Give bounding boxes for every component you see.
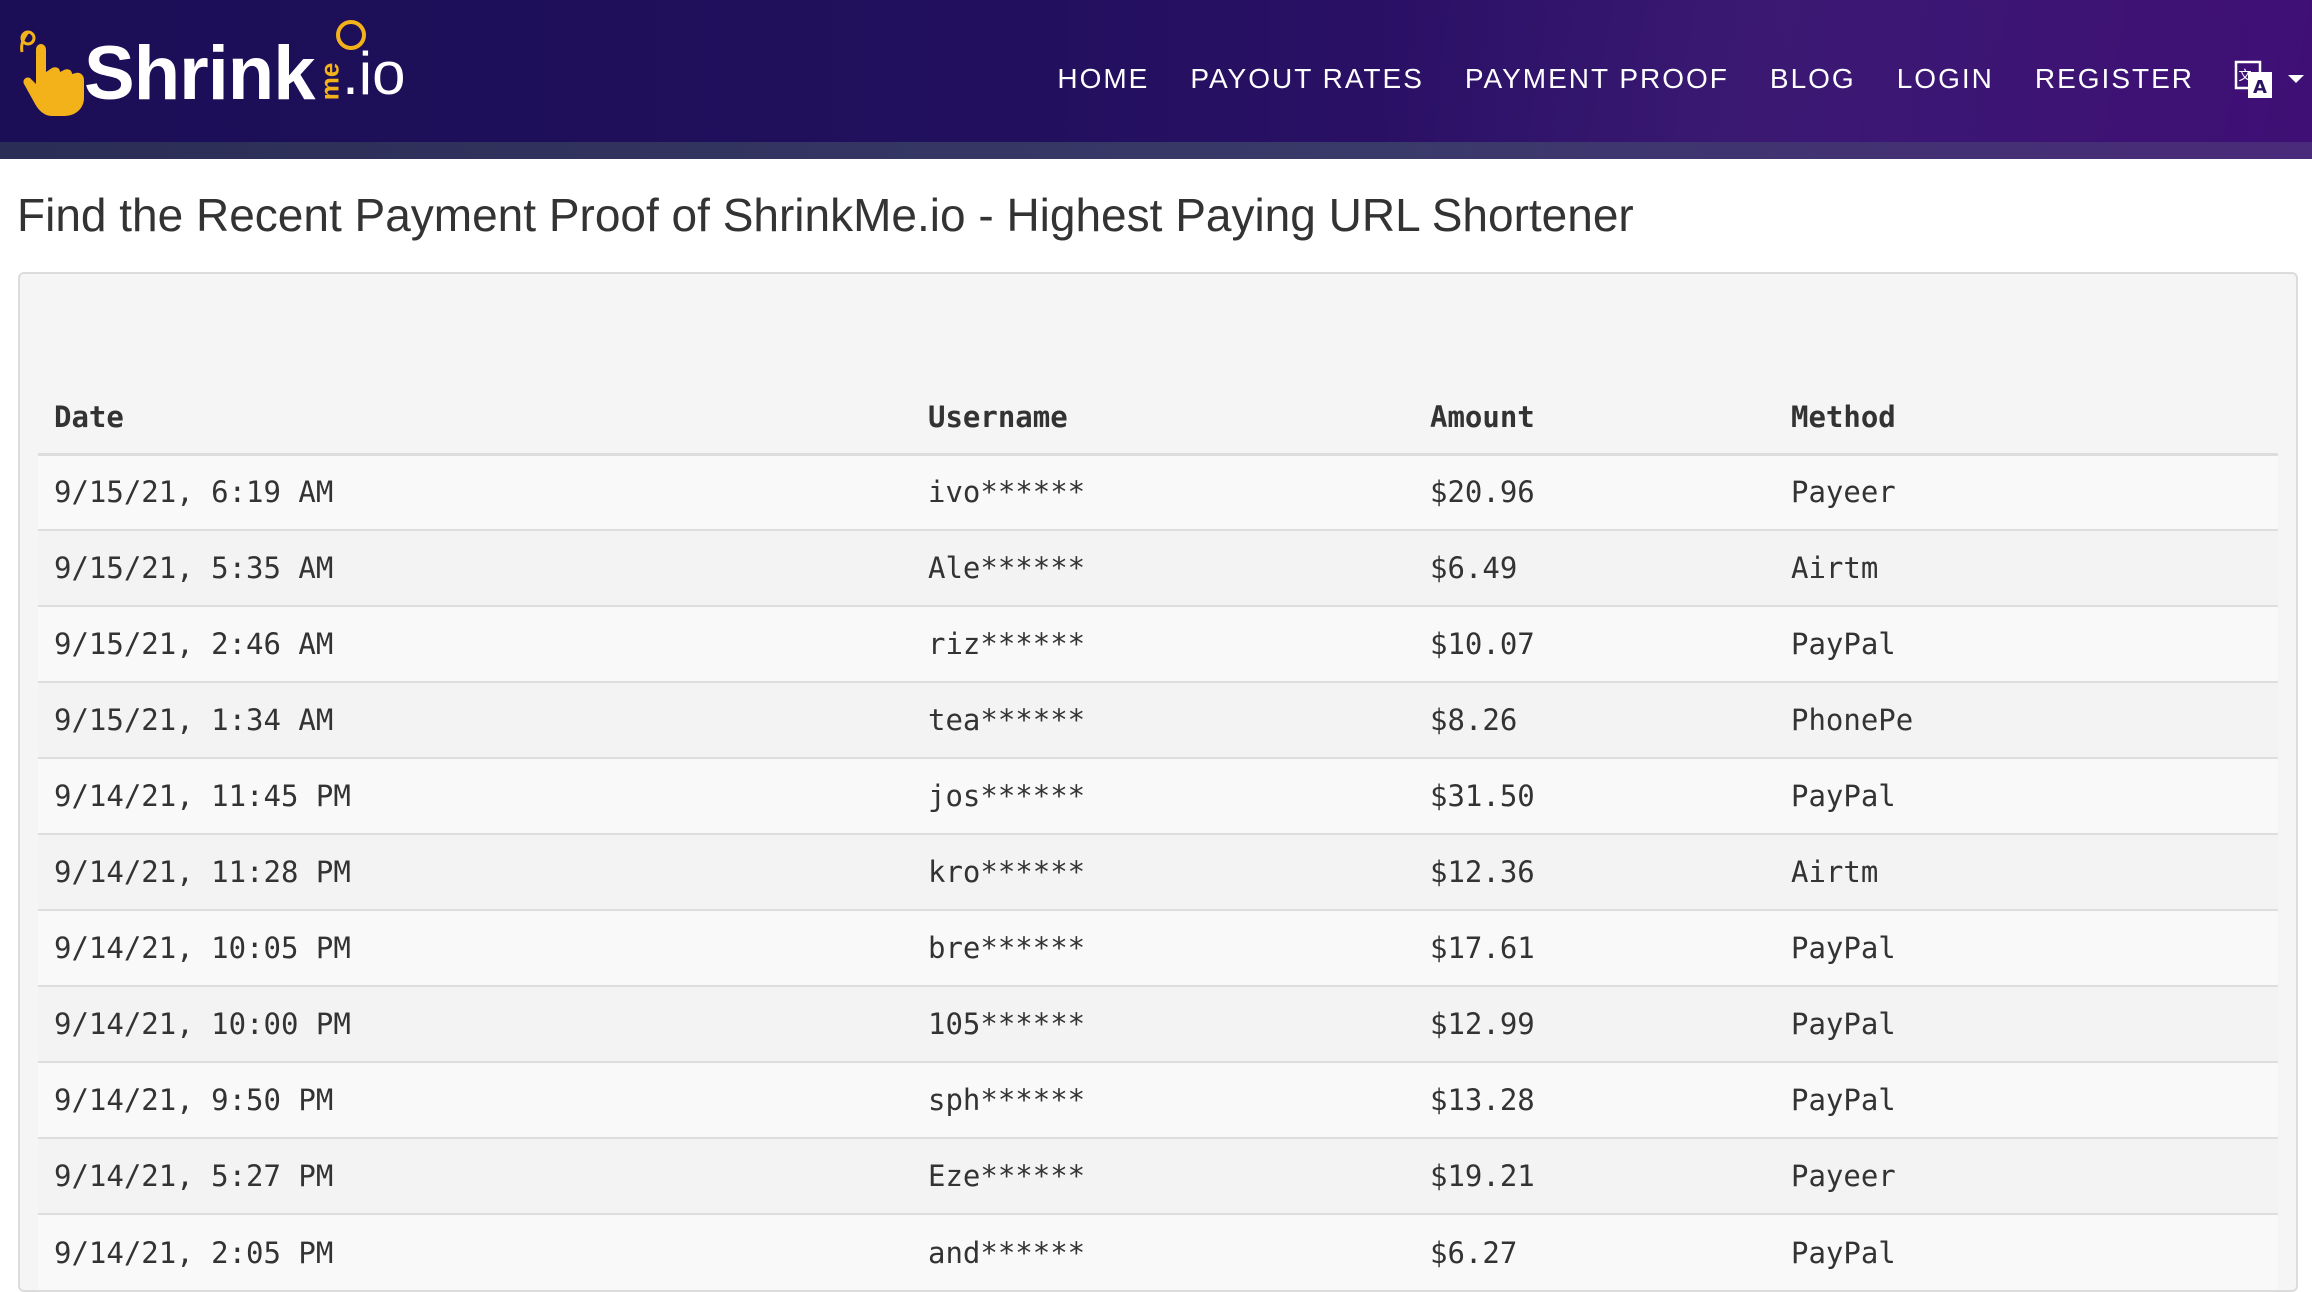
cell-username: kro******	[912, 833, 1414, 910]
cell-date: 9/15/21, 2:46 AM	[38, 605, 912, 682]
cell-date: 9/14/21, 9:50 PM	[38, 1061, 912, 1138]
cell-date: 9/14/21, 11:28 PM	[38, 833, 912, 910]
main-nav: HOME PAYOUT RATES PAYMENT PROOF BLOG LOG…	[1016, 58, 2312, 100]
cell-method: Airtm	[1775, 529, 2278, 606]
cell-method: PayPal	[1775, 605, 2278, 682]
cell-amount: $20.96	[1414, 453, 1775, 530]
cell-date: 9/14/21, 2:05 PM	[38, 1213, 912, 1290]
page-title: Find the Recent Payment Proof of ShrinkM…	[17, 189, 1634, 241]
cell-date: 9/14/21, 10:00 PM	[38, 985, 912, 1062]
cell-date: 9/14/21, 5:27 PM	[38, 1137, 912, 1214]
cell-username: riz******	[912, 605, 1414, 682]
table-row: 9/14/21, 9:50 PM sph****** $13.28 PayPal	[38, 1061, 2278, 1138]
cell-method: PayPal	[1775, 757, 2278, 834]
table-row: 9/15/21, 2:46 AM riz****** $10.07 PayPal	[38, 605, 2278, 682]
cell-username: bre******	[912, 909, 1414, 986]
logo-me: me	[313, 62, 344, 100]
cell-method: Payeer	[1775, 1137, 2278, 1214]
table-header-row: Date Username Amount Method	[38, 382, 2278, 456]
cell-amount: $6.27	[1414, 1213, 1775, 1290]
table-row: 9/15/21, 1:34 AM tea****** $8.26 PhonePe	[38, 681, 2278, 758]
logo-ring-decoration	[336, 20, 366, 50]
cell-method: Payeer	[1775, 453, 2278, 530]
nav-payment-proof[interactable]: PAYMENT PROOF	[1465, 63, 1729, 95]
cell-username: tea******	[912, 681, 1414, 758]
cell-date: 9/15/21, 1:34 AM	[38, 681, 912, 758]
table-row: 9/14/21, 10:05 PM bre****** $17.61 PayPa…	[38, 909, 2278, 986]
table-row: 9/14/21, 5:27 PM Eze****** $19.21 Payeer	[38, 1137, 2278, 1214]
header-bottom-strip	[0, 142, 2312, 159]
language-selector[interactable]: A 文	[2234, 58, 2304, 100]
payment-proof-table: Date Username Amount Method 9/15/21, 6:1…	[38, 382, 2278, 1290]
svg-text:A: A	[2253, 77, 2267, 98]
column-header-amount: Amount	[1414, 382, 1775, 456]
table-row: 9/14/21, 10:00 PM 105****** $12.99 PayPa…	[38, 985, 2278, 1062]
cell-amount: $8.26	[1414, 681, 1775, 758]
cell-amount: $6.49	[1414, 529, 1775, 606]
cell-username: sph******	[912, 1061, 1414, 1138]
cell-method: Airtm	[1775, 833, 2278, 910]
cell-username: jos******	[912, 757, 1414, 834]
translate-icon: A 文	[2234, 60, 2272, 98]
cell-username: Ale******	[912, 529, 1414, 606]
cell-amount: $13.28	[1414, 1061, 1775, 1138]
cell-username: Eze******	[912, 1137, 1414, 1214]
cell-amount: $12.99	[1414, 985, 1775, 1062]
table-row: 9/14/21, 11:28 PM kro****** $12.36 Airtm	[38, 833, 2278, 910]
cell-amount: $19.21	[1414, 1137, 1775, 1214]
logo-word: Shrink	[84, 30, 315, 116]
cell-date: 9/14/21, 11:45 PM	[38, 757, 912, 834]
cell-amount: $31.50	[1414, 757, 1775, 834]
cell-amount: $17.61	[1414, 909, 1775, 986]
table-row: 9/14/21, 2:05 PM and****** $6.27 PayPal	[38, 1213, 2278, 1290]
cell-method: PayPal	[1775, 1061, 2278, 1138]
cell-date: 9/15/21, 6:19 AM	[38, 453, 912, 530]
pointing-hand-icon	[20, 30, 85, 116]
cell-username: and******	[912, 1213, 1414, 1290]
nav-payout-rates[interactable]: PAYOUT RATES	[1190, 63, 1424, 95]
cell-method: PayPal	[1775, 1213, 2278, 1290]
chevron-down-icon	[2288, 75, 2304, 83]
svg-text:文: 文	[2238, 69, 2251, 84]
column-header-date: Date	[38, 382, 912, 456]
cell-method: PhonePe	[1775, 681, 2278, 758]
cell-amount: $12.36	[1414, 833, 1775, 910]
cell-amount: $10.07	[1414, 605, 1775, 682]
cell-date: 9/14/21, 10:05 PM	[38, 909, 912, 986]
cell-method: PayPal	[1775, 909, 2278, 986]
nav-register[interactable]: REGISTER	[2035, 63, 2194, 95]
cell-username: 105******	[912, 985, 1414, 1062]
table-row: 9/14/21, 11:45 PM jos****** $31.50 PayPa…	[38, 757, 2278, 834]
top-navbar: Shrink me .io HOME PAYOUT RATES PAYMENT …	[0, 0, 2312, 159]
cell-username: ivo******	[912, 453, 1414, 530]
nav-home[interactable]: HOME	[1057, 63, 1149, 95]
column-header-username: Username	[912, 382, 1414, 456]
payment-proof-panel: Date Username Amount Method 9/15/21, 6:1…	[18, 272, 2298, 1292]
cell-method: PayPal	[1775, 985, 2278, 1062]
site-logo[interactable]: Shrink me .io	[18, 18, 405, 128]
cell-date: 9/15/21, 5:35 AM	[38, 529, 912, 606]
column-header-method: Method	[1775, 382, 2278, 456]
table-row: 9/15/21, 6:19 AM ivo****** $20.96 Payeer	[38, 453, 2278, 530]
table-row: 9/15/21, 5:35 AM Ale****** $6.49 Airtm	[38, 529, 2278, 606]
nav-blog[interactable]: BLOG	[1770, 63, 1856, 95]
nav-login[interactable]: LOGIN	[1897, 63, 1994, 95]
